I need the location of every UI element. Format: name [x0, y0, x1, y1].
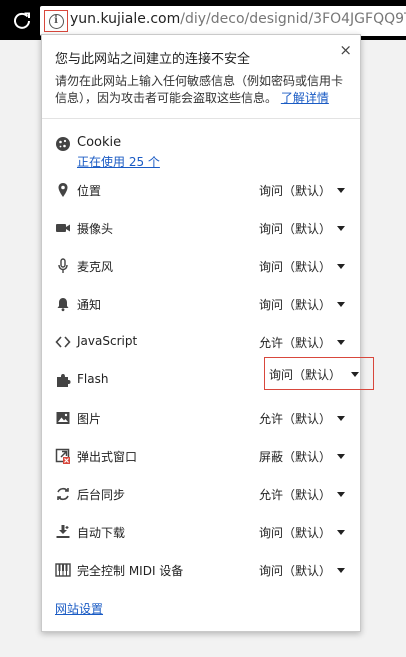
- permission-value: 询问（默认）: [259, 526, 332, 540]
- permission-select[interactable]: 允许（默认）: [259, 406, 345, 430]
- permission-name: 摄像头: [77, 222, 114, 236]
- learn-more-link[interactable]: 了解详情: [281, 91, 329, 105]
- permission-row-images: 图片 允许（默认）: [55, 406, 355, 430]
- code-icon: [55, 336, 71, 348]
- permission-name: 后台同步: [77, 488, 126, 502]
- dropdown-arrow-icon: [337, 454, 345, 459]
- permission-row-auto-download: 自动下载 询问（默认）: [55, 520, 355, 544]
- permission-value: 询问（默认）: [259, 298, 332, 312]
- connection-warning-title: 您与此网站之间建立的连接不安全: [55, 52, 251, 67]
- dropdown-arrow-icon: [337, 264, 345, 269]
- site-settings-link[interactable]: 网站设置: [55, 600, 103, 617]
- permission-value: 允许（默认）: [259, 412, 332, 426]
- site-info-button[interactable]: i: [44, 10, 68, 32]
- permission-name: Flash: [77, 372, 109, 386]
- permission-row-microphone: 麦克风 询问（默认）: [55, 254, 355, 278]
- bell-icon: [57, 298, 69, 312]
- permission-value: 询问（默认）: [259, 222, 332, 236]
- permission-row-location: 位置 询问（默认）: [55, 178, 355, 202]
- permission-row-midi: 完全控制 MIDI 设备 询问（默认）: [55, 558, 355, 582]
- midi-icon: [55, 563, 71, 577]
- permission-value: 询问（默认）: [259, 260, 332, 274]
- permission-value: 询问（默认）: [259, 184, 332, 198]
- permission-select[interactable]: 询问（默认）: [259, 254, 345, 278]
- dropdown-arrow-icon: [337, 188, 345, 193]
- image-icon: [56, 412, 70, 424]
- permission-value: 允许（默认）: [259, 488, 332, 502]
- permission-select[interactable]: 允许（默认）: [259, 330, 345, 354]
- dropdown-arrow-icon: [351, 372, 359, 377]
- permission-select[interactable]: 询问（默认）: [259, 292, 345, 316]
- permission-name: 自动下载: [77, 526, 126, 540]
- permission-select-highlighted[interactable]: 询问（默认）: [264, 357, 374, 390]
- dropdown-arrow-icon: [337, 492, 345, 497]
- permission-row-javascript: JavaScript 允许（默认）: [55, 330, 355, 354]
- permission-select[interactable]: 询问（默认）: [259, 558, 345, 582]
- permission-row-popups: 弹出式窗口 屏蔽（默认）: [55, 444, 355, 468]
- permission-name: 通知: [77, 298, 102, 312]
- dropdown-arrow-icon: [337, 530, 345, 535]
- permission-select[interactable]: 屏蔽（默认）: [259, 444, 345, 468]
- location-pin-icon: [58, 183, 68, 197]
- permission-name: JavaScript: [77, 334, 138, 348]
- permission-name: 弹出式窗口: [77, 450, 138, 464]
- dropdown-arrow-icon: [337, 416, 345, 421]
- divider: [42, 118, 360, 119]
- download-icon: [56, 525, 70, 538]
- microphone-icon: [58, 258, 68, 273]
- permission-row-background-sync: 后台同步 允许（默认）: [55, 482, 355, 506]
- cookie-usage-link[interactable]: 正在使用 25 个: [77, 153, 160, 170]
- info-icon: i: [48, 13, 64, 29]
- permission-row-flash: Flash 询问（默认）: [55, 357, 374, 392]
- permission-select[interactable]: 询问（默认）: [259, 520, 345, 544]
- puzzle-icon: [57, 374, 71, 387]
- url-text[interactable]: yun.kujiale.com/diy/deco/designid/3FO4JG…: [70, 11, 406, 27]
- popup-blocked-icon: [55, 448, 70, 464]
- address-bar[interactable]: i yun.kujiale.com/diy/deco/designid/3FO4…: [40, 6, 406, 36]
- site-info-popup: × 您与此网站之间建立的连接不安全 请勿在此网站上输入任何敏感信息（例如密码或信…: [41, 34, 374, 632]
- permission-row-notifications: 通知 询问（默认）: [55, 292, 355, 316]
- permission-name: 位置: [77, 184, 102, 198]
- permission-select[interactable]: 询问（默认）: [259, 178, 345, 202]
- connection-warning-desc: 请勿在此网站上输入任何敏感信息（例如密码或信用卡信息），因为攻击者可能会盗取这些…: [55, 73, 345, 107]
- dropdown-arrow-icon: [337, 302, 345, 307]
- url-path: /diy/deco/designid/3FO4JGFQQ9T: [180, 11, 406, 27]
- cookie-label: Cookie: [77, 135, 122, 150]
- permission-value: 询问（默认）: [269, 368, 342, 382]
- sync-icon: [57, 487, 69, 501]
- permission-value: 允许（默认）: [259, 336, 332, 350]
- permission-name: 图片: [77, 412, 102, 426]
- cookie-icon: [56, 137, 70, 151]
- reload-icon[interactable]: [12, 10, 32, 30]
- dropdown-arrow-icon: [337, 340, 345, 345]
- dropdown-arrow-icon: [337, 226, 345, 231]
- permission-name: 麦克风: [77, 260, 114, 274]
- permission-row-camera: 摄像头 询问（默认）: [55, 216, 355, 240]
- close-icon[interactable]: ×: [339, 41, 352, 59]
- dropdown-arrow-icon: [337, 568, 345, 573]
- permission-value: 询问（默认）: [259, 564, 332, 578]
- permission-value: 屏蔽（默认）: [259, 450, 332, 464]
- permission-name: 完全控制 MIDI 设备: [77, 564, 184, 578]
- camera-icon: [56, 224, 70, 232]
- url-host: yun.kujiale.com: [70, 11, 181, 27]
- permission-select[interactable]: 允许（默认）: [259, 482, 345, 506]
- permission-select[interactable]: 询问（默认）: [259, 216, 345, 240]
